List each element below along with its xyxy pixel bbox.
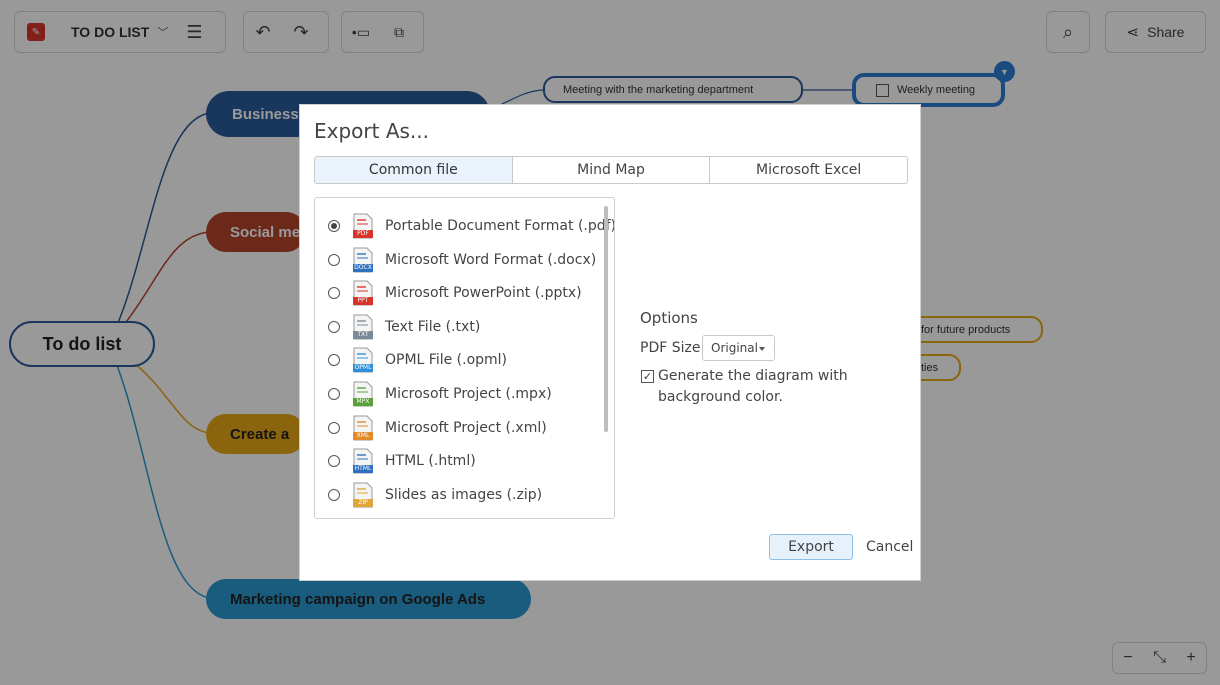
format-option[interactable]: MPX Microsoft Project (.mpx) xyxy=(315,379,605,409)
format-badge: MPX xyxy=(356,398,370,405)
format-option[interactable]: PDF Portable Document Format (.pdf) xyxy=(315,211,614,241)
format-option[interactable]: XML Microsoft Project (.xml) xyxy=(315,413,605,443)
format-radio[interactable] xyxy=(328,287,340,300)
format-label: OPML File (.opml) xyxy=(385,352,508,369)
format-label: Microsoft Project (.xml) xyxy=(385,419,547,436)
format-badge: ZIP xyxy=(358,498,368,506)
format-badge: XML xyxy=(356,431,370,439)
format-radio[interactable] xyxy=(328,253,340,266)
format-option[interactable]: ZIP Slides as images (.zip) xyxy=(315,480,605,510)
zip-file-icon: ZIP xyxy=(352,482,374,508)
format-label: Slides as images (.zip) xyxy=(385,486,543,503)
tab-mind-map[interactable]: Mind Map xyxy=(513,157,711,183)
txt-file-icon: TXT xyxy=(352,314,374,340)
caret-down-icon xyxy=(759,347,765,351)
format-option[interactable]: HTML HTML (.html) xyxy=(315,446,605,476)
format-badge: HTML xyxy=(354,465,372,473)
background-color-label: Generate the diagram with background col… xyxy=(658,368,848,405)
mpx-file-icon: MPX xyxy=(352,381,374,407)
format-label: Text File (.txt) xyxy=(385,318,481,335)
format-radio[interactable] xyxy=(328,320,340,333)
format-radio[interactable] xyxy=(328,354,340,367)
pdf-size-label: PDF Size xyxy=(640,340,701,356)
cancel-button[interactable]: Cancel xyxy=(866,534,913,560)
format-list[interactable]: PDF Portable Document Format (.pdf) DOCX Mi… xyxy=(314,197,615,519)
pdf-size-select[interactable]: Original xyxy=(702,335,775,361)
format-label: Microsoft PowerPoint (.pptx) xyxy=(385,285,582,302)
export-tabs: Common file Mind Map Microsoft Excel xyxy=(314,156,908,184)
format-badge: OPML xyxy=(354,364,372,372)
format-label: HTML (.html) xyxy=(385,453,476,470)
options-title: Options xyxy=(640,309,698,327)
format-badge: PPT xyxy=(357,297,369,305)
format-option[interactable]: OPML OPML File (.opml) xyxy=(315,345,605,375)
export-dialog: Export As... Common file Mind Map Micros… xyxy=(299,104,921,581)
tab-common-file[interactable]: Common file xyxy=(315,157,513,183)
xml-file-icon: XML xyxy=(352,415,374,441)
format-label: Microsoft Project (.mpx) xyxy=(385,386,552,402)
docx-file-icon: DOCX xyxy=(352,247,374,273)
pdf-size-value: Original xyxy=(711,341,758,355)
pdf-file-icon: PDF xyxy=(352,213,374,239)
tab-microsoft-excel[interactable]: Microsoft Excel xyxy=(710,157,907,183)
format-radio[interactable] xyxy=(328,421,340,434)
format-badge: DOCX xyxy=(354,263,372,271)
export-button[interactable]: Export xyxy=(769,534,853,560)
format-option[interactable]: DOCX Microsoft Word Format (.docx) xyxy=(315,245,605,275)
format-option[interactable]: PPT Microsoft PowerPoint (.pptx) xyxy=(315,278,605,308)
format-option[interactable]: TXT Text File (.txt) xyxy=(315,312,605,342)
format-label: Portable Document Format (.pdf) xyxy=(385,218,615,234)
background-color-checkbox[interactable]: ✓ xyxy=(641,370,654,383)
format-list-scrollbar[interactable] xyxy=(604,206,608,432)
format-badge: TXT xyxy=(357,330,369,338)
format-radio[interactable] xyxy=(328,220,340,232)
format-radio[interactable] xyxy=(328,455,340,468)
format-badge: PDF xyxy=(357,230,369,237)
html-file-icon: HTML xyxy=(352,448,374,474)
dialog-title: Export As... xyxy=(314,119,429,143)
opml-file-icon: OPML xyxy=(352,347,374,373)
format-label: Microsoft Word Format (.docx) xyxy=(385,251,597,268)
format-radio[interactable] xyxy=(328,488,340,501)
pptx-file-icon: PPT xyxy=(352,280,374,306)
format-radio[interactable] xyxy=(328,388,340,400)
